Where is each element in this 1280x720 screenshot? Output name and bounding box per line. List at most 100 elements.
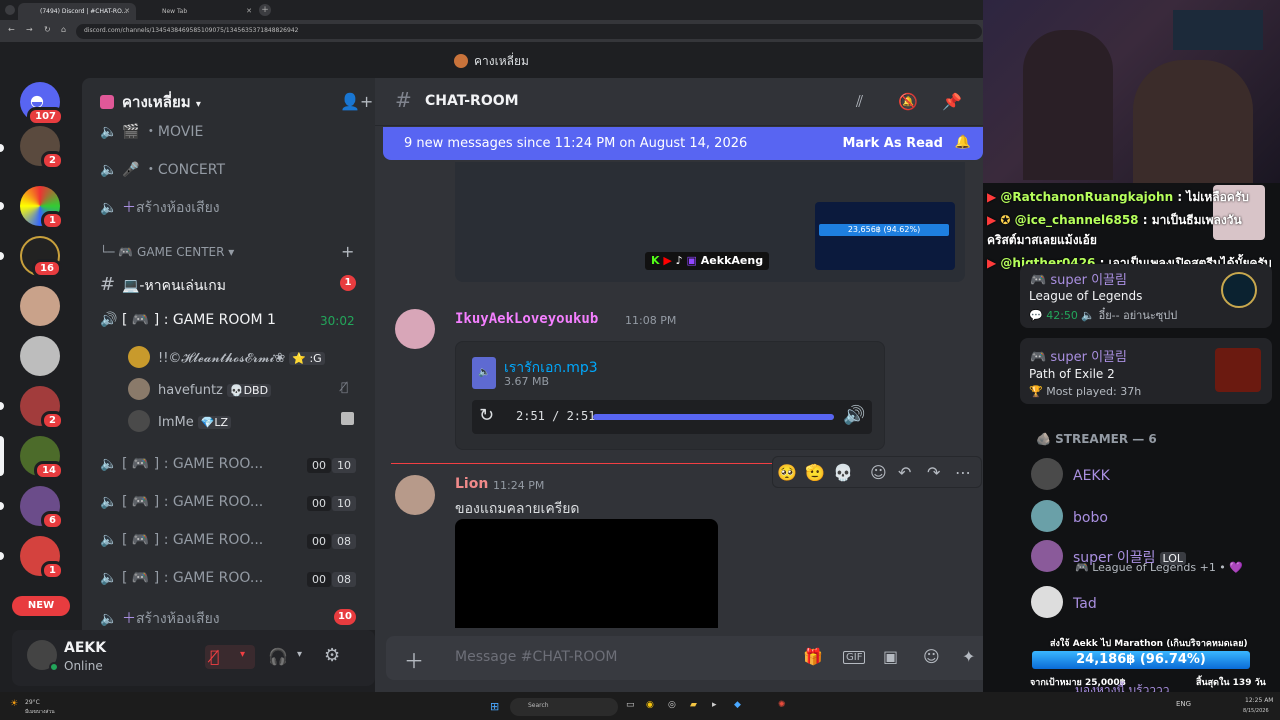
app-icon[interactable]: ◆: [734, 700, 741, 710]
browser-tab-new[interactable]: New Tab ✕: [140, 3, 258, 20]
user-count: 00: [307, 534, 331, 549]
server-header[interactable]: คางเหลี่ยม ▾: [100, 90, 201, 114]
image-attachment[interactable]: [455, 519, 718, 628]
hash-icon: #: [395, 88, 412, 112]
weather-icon[interactable]: ☀: [10, 699, 18, 709]
url-field[interactable]: discord.com/channels/1345438469585109075…: [76, 24, 982, 39]
new-unreads-badge[interactable]: NEW: [12, 596, 70, 616]
voice-channel-game-room[interactable]: 🔈[ 🎮 ] : GAME ROO...: [100, 532, 263, 548]
notification-badge: 16: [32, 259, 62, 278]
message-input[interactable]: Message #CHAT-ROOM: [455, 649, 618, 665]
voice-channel-game-room[interactable]: 🔈[ 🎮 ] : GAME ROO...: [100, 456, 263, 472]
notification-bell-muted-icon[interactable]: 🔕: [898, 92, 918, 111]
avatar: [1031, 500, 1063, 532]
user-count: 00: [307, 458, 331, 473]
app-icon[interactable]: ✺: [778, 700, 786, 710]
taskbar-search[interactable]: Search: [510, 698, 618, 716]
volume-icon[interactable]: 🔊: [843, 405, 865, 426]
member-bobo[interactable]: bobo: [1031, 500, 1108, 532]
avatar[interactable]: [395, 309, 435, 349]
settings-gear-icon[interactable]: ⚙: [324, 645, 340, 666]
person-silhouette: [1133, 60, 1253, 183]
sticker-icon[interactable]: ▣: [883, 647, 898, 666]
gift-icon[interactable]: 🎁: [803, 647, 823, 666]
member-aekk[interactable]: AEKK: [1031, 458, 1110, 490]
voice-channel-game-room[interactable]: 🔈[ 🎮 ] : GAME ROO...: [100, 570, 263, 586]
guild-icon[interactable]: 16: [20, 236, 62, 278]
message-author[interactable]: Lion: [455, 476, 488, 492]
close-tab-icon[interactable]: ✕: [246, 7, 252, 15]
clock-time[interactable]: 12:25 AM: [1245, 697, 1273, 704]
voice-channel-game-room[interactable]: 🔈[ 🎮 ] : GAME ROO...: [100, 494, 263, 510]
gif-icon[interactable]: GIF: [843, 651, 866, 664]
guild-icon[interactable]: 6: [20, 486, 64, 530]
language-indicator[interactable]: ENG: [1176, 700, 1191, 708]
mic-muted-icon[interactable]: 🎙̸: [210, 647, 220, 666]
steam-icon[interactable]: ◎: [668, 700, 676, 710]
add-reaction-icon[interactable]: ☺: [870, 463, 887, 482]
voice-channel-concert[interactable]: 🔈 🎤 ・CONCERT: [100, 159, 225, 179]
mark-as-read-button[interactable]: Mark As Read: [842, 136, 943, 151]
apps-icon[interactable]: ✦: [962, 647, 975, 666]
home-icon[interactable]: ⌂: [61, 25, 66, 34]
user-panel: [12, 630, 375, 686]
user-count: 00: [307, 572, 331, 587]
guild-icon[interactable]: [20, 286, 60, 326]
voice-user[interactable]: havefuntz 💀DBD: [128, 378, 272, 400]
guild-icon[interactable]: [20, 336, 60, 376]
voice-user[interactable]: !!©𝓗𝓵𝓮𝓪𝓷𝓽𝓱𝓸𝓼𝓔𝓻𝓶𝓲❀ ⭐ ꞉G: [128, 346, 325, 368]
streamer-socials: K ▶ ♪ ▣ AekkAeng: [645, 252, 770, 270]
back-icon[interactable]: ←: [8, 25, 15, 34]
category-game-center[interactable]: └─ 🎮 GAME CENTER ▾: [100, 245, 234, 259]
task-view-icon[interactable]: ▭: [626, 700, 635, 710]
guild-icon[interactable]: 2: [20, 126, 64, 170]
voice-channel-movie[interactable]: 🔈 🎬 ・MOVIE: [100, 121, 203, 141]
threads-icon[interactable]: ⫽: [856, 92, 863, 112]
activity-user: 🎮 super 이끌림: [1030, 273, 1127, 288]
chevron-down-icon[interactable]: ▾: [240, 649, 245, 660]
message-author[interactable]: IkuyAekLoveyoukub: [455, 311, 598, 327]
pleading-face-icon[interactable]: 🥺: [777, 463, 797, 482]
guild-icon[interactable]: 2: [20, 386, 64, 430]
voice-user[interactable]: ImMe 💎LZ: [128, 410, 232, 432]
chevron-down-icon[interactable]: ▾: [297, 649, 302, 660]
voice-channel-game-room-1[interactable]: 🔊[ 🎮 ] : GAME ROOM 1: [100, 312, 276, 328]
video-embed[interactable]: 23,656฿ (94.62%) K ▶ ♪ ▣ AekkAeng: [455, 162, 965, 282]
avatar[interactable]: [27, 640, 59, 672]
new-messages-bar[interactable]: 9 new messages since 11:24 PM on August …: [383, 127, 983, 160]
skull-icon[interactable]: 💀: [833, 463, 853, 482]
close-tab-icon[interactable]: ✕: [124, 7, 130, 15]
guild-icon[interactable]: 14: [20, 436, 64, 480]
voice-channel-create[interactable]: 🔈 ＋สร้างห้องเสียง: [100, 608, 220, 630]
chrome-icon[interactable]: ◉: [646, 700, 654, 710]
reply-icon[interactable]: ↶: [898, 463, 911, 482]
browser-tab-discord[interactable]: (7494) Discord | #CHAT-RO... ✕: [18, 3, 136, 20]
salute-face-icon[interactable]: 🫡: [805, 463, 825, 482]
notification-badge: 6: [41, 511, 64, 530]
guild-icon[interactable]: 1: [20, 186, 64, 230]
tab-menu-icon[interactable]: [5, 5, 15, 15]
file-explorer-icon[interactable]: ▰: [690, 700, 697, 710]
direct-messages-button[interactable]: ◓ 107: [20, 82, 64, 126]
forward-icon[interactable]: ↷: [927, 463, 940, 482]
voice-channel-create[interactable]: 🔈 ＋สร้างห้องเสียง: [100, 197, 220, 219]
reload-icon[interactable]: ↻: [44, 25, 51, 34]
emoji-icon[interactable]: ☺: [923, 647, 940, 666]
member-tad[interactable]: Tad: [1031, 586, 1097, 618]
guild-icon[interactable]: 1: [20, 536, 64, 580]
invite-people-icon[interactable]: 👤+: [340, 92, 373, 111]
replay-icon[interactable]: ↻: [479, 405, 494, 426]
avatar[interactable]: [395, 475, 435, 515]
terminal-icon[interactable]: ▸: [712, 700, 717, 710]
clock-date[interactable]: 8/15/2026: [1243, 708, 1269, 714]
new-tab-button[interactable]: +: [259, 4, 271, 16]
forward-icon[interactable]: →: [26, 25, 33, 34]
create-channel-icon[interactable]: +: [341, 242, 354, 261]
upload-plus-icon[interactable]: ＋: [404, 645, 424, 674]
windows-start-icon[interactable]: ⊞: [490, 700, 499, 713]
text-channel-find-players[interactable]: # 💻-หาคนเล่นเกม: [100, 274, 226, 297]
more-options-icon[interactable]: ⋯: [955, 463, 971, 482]
headphones-icon[interactable]: 🎧: [268, 647, 288, 666]
pin-icon[interactable]: 📌: [942, 92, 962, 111]
speaker-active-icon: 🔊: [100, 312, 118, 328]
